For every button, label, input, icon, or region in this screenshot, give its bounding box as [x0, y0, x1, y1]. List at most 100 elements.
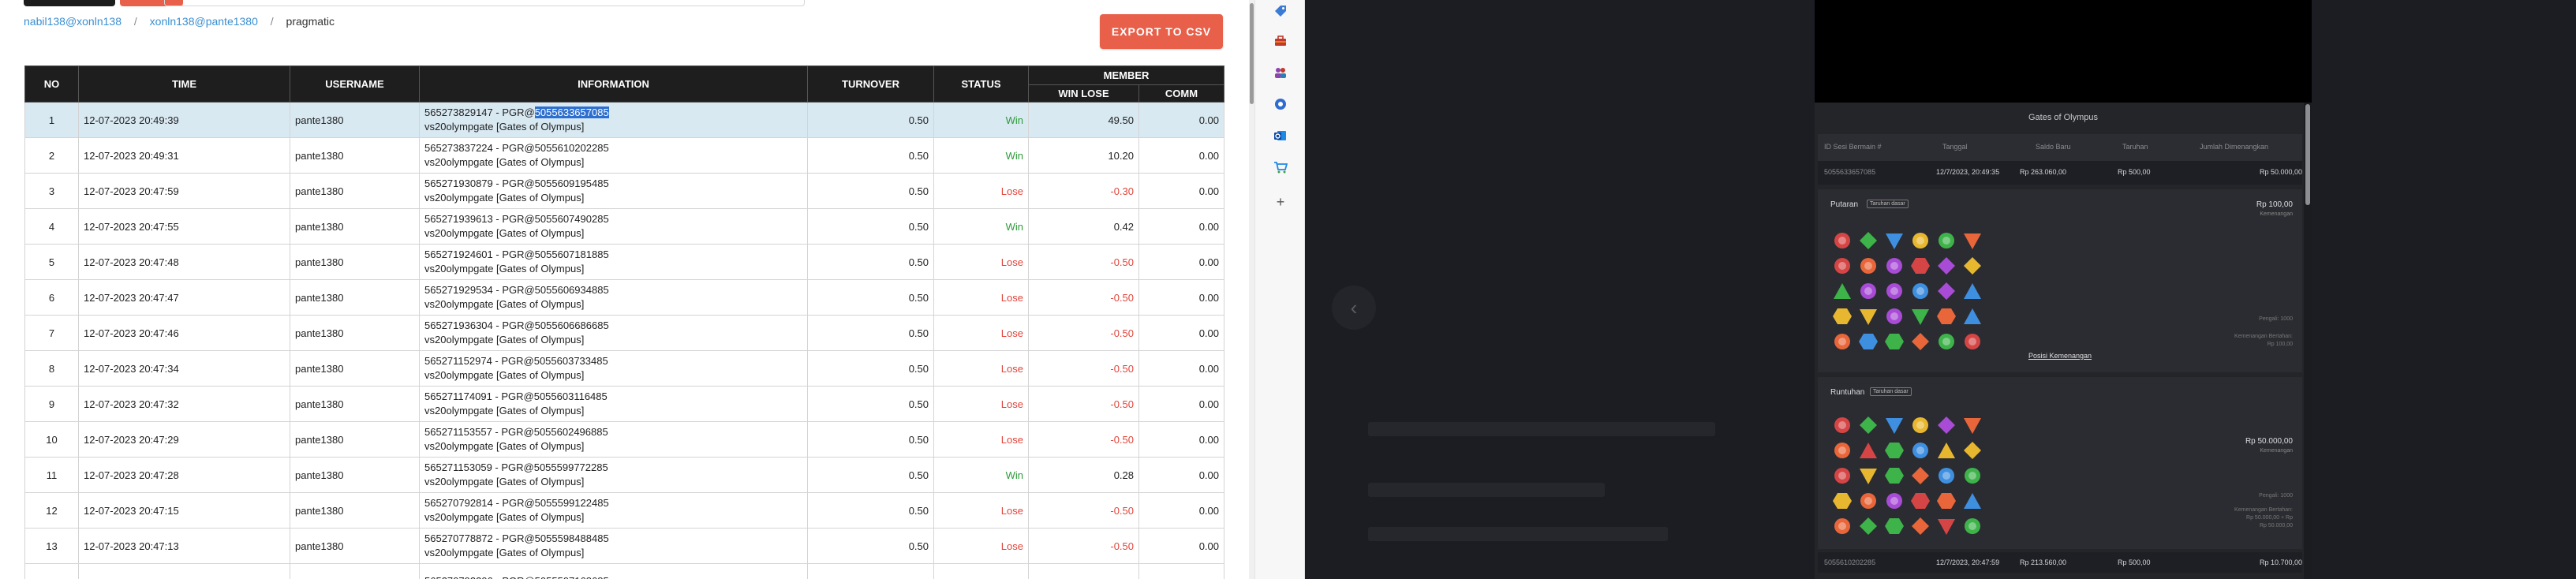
header-date: Tanggal — [1942, 143, 1968, 151]
breadcrumb-separator: / — [270, 15, 274, 28]
gem-symbol-icon — [1860, 283, 1876, 299]
table-row[interactable]: 13 12-07-2023 20:47:13 pante1380 5652707788… — [24, 528, 1224, 564]
table-row[interactable]: 565270793306 - PGR@5055597168685 — [24, 563, 1224, 579]
table-row[interactable]: 1 12-07-2023 20:49:39 pante1380 56527382914… — [24, 102, 1224, 138]
breadcrumb-link-1[interactable]: nabil138@xonln138 — [24, 15, 122, 28]
info-id: 565271153557 - PGR@5055602496885 — [424, 426, 608, 438]
plus-icon[interactable]: + — [1273, 194, 1288, 210]
cell-information: 565271153059 - PGR@5055599772285 vs20olym… — [419, 457, 808, 493]
table-row[interactable]: 11 12-07-2023 20:47:28 pante1380 5652711530… — [24, 457, 1224, 493]
gem-symbol-icon — [1885, 518, 1904, 534]
cell-no: 2 — [24, 137, 79, 174]
info-id: 565271924601 - PGR@5055607181885 — [424, 248, 609, 260]
row-bet: Rp 500,00 — [2118, 558, 2151, 566]
col-header-time[interactable]: TIME — [78, 65, 290, 103]
info-id: 565270778872 - PGR@5055598488485 — [424, 532, 609, 544]
col-header-no[interactable]: NO — [24, 65, 79, 103]
col-header-status[interactable]: STATUS — [933, 65, 1029, 103]
gem-symbol-icon — [1885, 334, 1904, 349]
export-csv-button[interactable]: EXPORT TO CSV — [1100, 14, 1223, 49]
dark-tab[interactable] — [24, 0, 115, 6]
gem-symbol-icon — [1860, 469, 1877, 484]
col-header-information[interactable]: INFORMATION — [419, 65, 808, 103]
gem-symbol-icon — [1938, 443, 1955, 458]
col-header-username[interactable]: USERNAME — [290, 65, 420, 103]
col-header-comm[interactable]: COMM — [1138, 84, 1224, 103]
gem-symbol-icon — [1911, 258, 1930, 274]
table-row[interactable]: 2 12-07-2023 20:49:31 pante1380 56527383722… — [24, 137, 1224, 174]
cell-win-lose: -0.30 — [1028, 173, 1139, 209]
gem-symbol-icon — [1912, 283, 1928, 299]
gear-circle-icon[interactable] — [1273, 96, 1288, 112]
gem-symbol-icon — [1938, 519, 1955, 535]
cell-comm: 0.00 — [1138, 528, 1224, 564]
info-game: vs20olympgate [Gates of Olympus] — [424, 192, 585, 204]
info-id: 565271930879 - PGR@5055609195485 — [424, 177, 609, 189]
col-header-win-lose[interactable]: WIN LOSE — [1028, 84, 1139, 103]
top-input-field[interactable] — [164, 0, 805, 6]
cell-comm: 0.00 — [1138, 208, 1224, 245]
table-row[interactable]: 6 12-07-2023 20:47:47 pante1380 56527192953… — [24, 279, 1224, 316]
table-row[interactable]: 5 12-07-2023 20:47:48 pante1380 56527192460… — [24, 244, 1224, 280]
winning-position-link[interactable]: Posisi Kemenangan — [1818, 352, 2302, 360]
people-icon[interactable] — [1273, 65, 1288, 80]
scrollbar-thumb[interactable] — [2305, 104, 2310, 205]
info-id: 565270793306 - PGR@5055597168685 — [424, 575, 609, 579]
game-panel-scrollbar[interactable] — [2304, 103, 2312, 579]
cell-information: 565271153557 - PGR@5055602496885 vs20olym… — [419, 421, 808, 458]
table-row[interactable]: 9 12-07-2023 20:47:32 pante1380 56527117409… — [24, 386, 1224, 422]
gem-symbol-icon — [1860, 232, 1877, 249]
cell-comm: 0.00 — [1138, 244, 1224, 280]
table-row[interactable]: 4 12-07-2023 20:47:55 pante1380 56527193961… — [24, 208, 1224, 245]
cell-status — [933, 563, 1029, 579]
cell-username: pante1380 — [290, 137, 420, 174]
table-row[interactable]: 8 12-07-2023 20:47:34 pante1380 56527115297… — [24, 350, 1224, 387]
table-row[interactable]: 3 12-07-2023 20:47:59 pante1380 56527193087… — [24, 173, 1224, 209]
cell-status: Lose — [933, 315, 1029, 351]
cell-turnover: 0.50 — [807, 315, 934, 351]
row-balance: Rp 263.060,00 — [2020, 168, 2067, 176]
history-row[interactable]: 5055610202285 12/7/2023, 20:47:59 Rp 213… — [1818, 552, 2302, 573]
col-header-turnover[interactable]: TURNOVER — [807, 65, 934, 103]
breadcrumb-link-2[interactable]: xonln138@pante1380 — [150, 15, 258, 28]
report-scrollbar[interactable] — [1249, 0, 1254, 579]
cell-username: pante1380 — [290, 528, 420, 564]
cell-no: 4 — [24, 208, 79, 245]
cell-comm: 0.00 — [1138, 492, 1224, 529]
gem-symbol-icon — [1834, 518, 1850, 534]
history-header-row: ID Sesi Bermain # Tanggal Saldo Baru Tar… — [1818, 134, 2302, 161]
cell-time: 12-07-2023 20:47:34 — [78, 350, 290, 387]
gem-symbol-icon — [1886, 283, 1902, 299]
blurred-row — [1368, 483, 1605, 497]
toolbox-icon[interactable] — [1273, 33, 1288, 49]
table-row[interactable]: 7 12-07-2023 20:47:46 pante1380 56527193630… — [24, 315, 1224, 351]
outlook-icon[interactable] — [1273, 128, 1288, 144]
cell-no: 5 — [24, 244, 79, 280]
chevron-left-icon[interactable]: ‹ — [1332, 286, 1376, 330]
cell-turnover — [807, 563, 934, 579]
cell-comm: 0.00 — [1138, 102, 1224, 138]
cell-time: 12-07-2023 20:47:59 — [78, 173, 290, 209]
cell-username: pante1380 — [290, 208, 420, 245]
cell-username: pante1380 — [290, 386, 420, 422]
cell-turnover: 0.50 — [807, 279, 934, 316]
table-row[interactable]: 12 12-07-2023 20:47:15 pante1380 5652707928… — [24, 492, 1224, 529]
cell-no: 6 — [24, 279, 79, 316]
row-session-id: 5055633657085 — [1824, 168, 1876, 176]
history-row[interactable]: 5055633657085 12/7/2023, 20:49:35 Rp 263… — [1818, 161, 2302, 185]
table-row[interactable]: 10 12-07-2023 20:47:29 pante1380 5652711535… — [24, 421, 1224, 458]
gem-symbol-icon — [1834, 334, 1850, 349]
note-line: Pengali: 1000 — [2259, 316, 2293, 322]
cell-information: 565273837224 - PGR@5055610202285 vs20olym… — [419, 137, 808, 174]
gem-symbol-icon — [1965, 518, 1980, 534]
cell-comm: 0.00 — [1138, 315, 1224, 351]
cart-icon[interactable] — [1273, 159, 1288, 175]
gem-symbol-icon — [1860, 443, 1877, 458]
cell-username: pante1380 — [290, 315, 420, 351]
base-bet-tag: Taruhan dasar — [1870, 387, 1912, 396]
gem-symbol-icon — [1937, 493, 1956, 509]
cell-turnover: 0.50 — [807, 421, 934, 458]
scrollbar-thumb[interactable] — [1250, 3, 1254, 104]
tag-icon[interactable] — [1273, 3, 1288, 19]
cell-no: 3 — [24, 173, 79, 209]
